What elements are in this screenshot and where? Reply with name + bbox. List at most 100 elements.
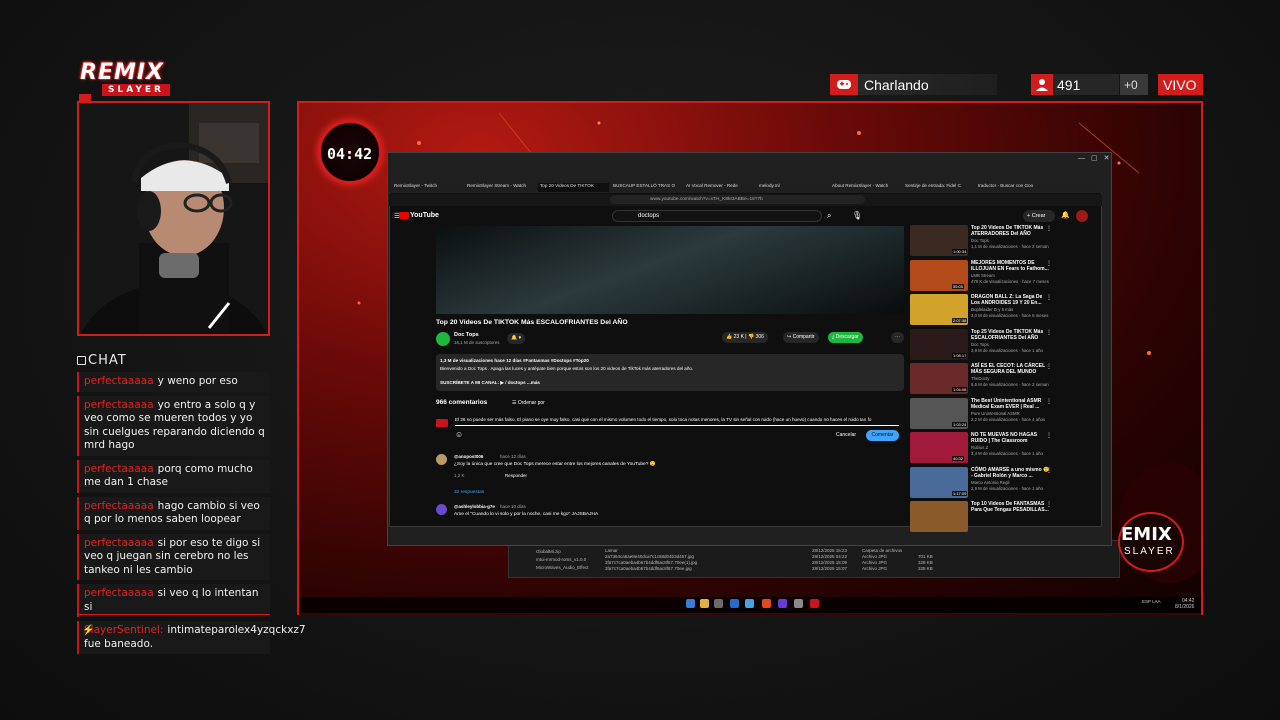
steam-icon[interactable]	[730, 599, 739, 608]
start-icon[interactable]	[686, 599, 695, 608]
mic-icon[interactable]: 🎙	[852, 211, 862, 220]
store-icon[interactable]	[745, 599, 754, 608]
commenter-avatar[interactable]	[436, 454, 447, 465]
recommendation-duration: 1:04:08	[952, 387, 968, 392]
recommendation-thumbnail[interactable]	[910, 501, 968, 532]
chat-username: perfectaaaaa	[84, 536, 154, 549]
window-controls[interactable]: —▢✕	[1078, 154, 1115, 162]
chat-message: perfectaaaaa hago cambio si veo q por lo …	[77, 496, 270, 530]
browser-tab[interactable]: Sentirje de entrada: Fidel C	[903, 183, 974, 192]
recommendation-channel[interactable]: Doc Tops	[971, 238, 989, 243]
explorer-nav-item[interactable]: GlobalMi.zip	[536, 549, 561, 554]
obs-icon[interactable]	[794, 599, 803, 608]
remix-app-icon[interactable]	[810, 599, 819, 608]
file-explorer-icon[interactable]	[700, 599, 709, 608]
browser-tab[interactable]: About RemixSlayer - Watch	[830, 183, 901, 192]
recommendation-title[interactable]: CÓMO AMARSE a uno mismo 🙂 - Gabriel Roló…	[971, 467, 1051, 479]
commenter-name[interactable]: @anopost006	[454, 454, 483, 459]
taskview-icon[interactable]	[714, 599, 723, 608]
recommendation-duration: 1:17:09	[952, 490, 968, 496]
channel-avatar[interactable]	[436, 332, 450, 346]
comment-reply-button[interactable]: Responder	[505, 473, 527, 478]
browser-tab[interactable]: traductor - Buscar con Goo	[976, 183, 1047, 192]
sort-comments-button[interactable]: ☰ Ordenar por	[512, 400, 545, 406]
subscriber-count: 16,1 M de suscriptores	[454, 340, 500, 345]
recommendation-channel[interactable]: LMB Stream	[971, 273, 995, 278]
download-label: Descargar	[835, 334, 859, 340]
viewer-count: 491	[1057, 77, 1081, 93]
subscribed-button[interactable]: 🔔 ▾	[507, 333, 526, 344]
browser-tab[interactable]: RemixSlayer Stream - Watch	[465, 183, 536, 192]
recommendation-channel[interactable]: TheDocty	[971, 376, 989, 381]
browser-icon[interactable]	[762, 599, 771, 608]
recommendation-more-icon[interactable]: ⋮	[1046, 363, 1052, 370]
like-count: 23 K	[733, 334, 744, 340]
recommendation-channel[interactable]: Rubius Z	[971, 445, 988, 450]
recommendation-more-icon[interactable]: ⋮	[1046, 260, 1052, 267]
clock-date: 8/1/2026	[1175, 604, 1195, 610]
search-icon[interactable]: ⌕	[827, 211, 831, 221]
bell-icon[interactable]: 🔔	[1061, 211, 1070, 219]
recommendation-title[interactable]: The Best Unintentional ASMR Medical Exam…	[971, 398, 1051, 410]
more-options-button[interactable]: ⋯	[891, 332, 904, 343]
file-type: Archivo JPG	[862, 554, 888, 559]
share-label: Compartir	[792, 334, 815, 340]
remix-badge-text: EMIX	[1121, 524, 1172, 545]
recommendation-more-icon[interactable]: ⋮	[1046, 329, 1052, 336]
file-size: 328 KB	[918, 566, 933, 571]
share-button[interactable]: ↪ Compartir	[783, 332, 819, 343]
youtube-logo-text[interactable]: YouTube	[410, 212, 439, 219]
file-name[interactable]: 3fa7c7ca0aeba4b67b4ddf6ac8f67.70ee.jpg	[605, 566, 692, 571]
chat-label: CHAT	[88, 353, 127, 368]
recommendation-title[interactable]: NO TE MUEVAS NO HAGAS RUIDO | The Classr…	[971, 432, 1051, 444]
explorer-nav-item[interactable]: MicroWaves_Audio_Effect	[536, 565, 589, 570]
comment-input[interactable]: El 26 no puede ser más falso. El piano s…	[455, 417, 899, 422]
recommendation-channel[interactable]: Pure Unintentional ASMR	[971, 411, 1020, 416]
chat-feed: perfectaaaaa y weno por eso perfectaaaaa yo…	[77, 372, 306, 654]
app-icon[interactable]	[778, 599, 787, 608]
chat-message: perfectaaaaa si veo q lo intentan si	[77, 584, 270, 617]
recommendation-title[interactable]: Top 10 Videos De FANTASMAS Para Que Teng…	[971, 501, 1051, 513]
recommendation-channel[interactable]: Doc Tops	[971, 342, 989, 347]
recommendation-more-icon[interactable]: ⋮	[1046, 501, 1052, 508]
language-indicator[interactable]: ESP LAA	[1142, 599, 1161, 604]
stream-category: Charlando	[864, 77, 929, 93]
emoji-icon[interactable]: ☺	[455, 430, 463, 439]
comment-submit-button[interactable]: Comentar	[866, 430, 899, 441]
recommendation-more-icon[interactable]: ⋮	[1046, 432, 1052, 439]
channel-name[interactable]: Doc Tops	[454, 332, 479, 338]
recommendation-channel[interactable]: Doplelaider D y 5 más	[971, 307, 1013, 312]
download-button[interactable]: ⤓ Descargar	[828, 332, 863, 343]
recommendation-more-icon[interactable]: ⋮	[1046, 467, 1052, 474]
comment-like-count[interactable]: 1,2 K	[454, 473, 465, 478]
commenter-name[interactable]: @ashleylobbia-g7e	[454, 504, 495, 509]
description-subscribe: SUSCRÍBETE A MI CANAL: ▶ / doctops ...má…	[440, 380, 540, 385]
cancel-button[interactable]: Cancelar	[836, 432, 856, 438]
recommendation-more-icon[interactable]: ⋮	[1046, 225, 1052, 232]
file-name[interactable]: Lamar	[605, 548, 618, 553]
recommendation-channel[interactable]: Marco Antonio Regil	[971, 480, 1009, 485]
avatar[interactable]	[1076, 210, 1088, 222]
browser-tab[interactable]: RemixSlayer - Twitch	[392, 183, 463, 192]
recommendation-duration: 40:32	[952, 456, 965, 461]
commenter-avatar[interactable]	[436, 504, 447, 515]
like-button[interactable]: 👍 23 K | 👎 306	[722, 332, 768, 343]
browser-tab[interactable]: melody.ml	[757, 183, 828, 192]
file-name[interactable]: 2a7364ca6ae8e40dca7c1c58d04b3d457.jpg	[605, 554, 694, 559]
video-player[interactable]	[436, 226, 904, 314]
explorer-nav-item[interactable]: mtui-mrmod-roms_v1.0.0	[536, 557, 586, 562]
chat-message: perfectaaaaa si por eso te digo si veo q …	[77, 533, 270, 580]
recommendation-title[interactable]: Top 25 Videos De TIKTOK Más ESCALOFRIANT…	[971, 329, 1051, 341]
recommendation-title[interactable]: MEJORES MOMENTOS DE ILLOJUAN EN Fears to…	[971, 260, 1051, 272]
browser-tab[interactable]: BUSCAUP ESTALLÓ TRAS O	[611, 183, 682, 192]
recommendation-more-icon[interactable]: ⋮	[1046, 398, 1052, 405]
browser-tab[interactable]: AI Vocal Remover - Rede	[684, 183, 755, 192]
file-name[interactable]: 3fa7c7ca0aeba4b67b4ddf6ac8f67.70ee(1).jp…	[605, 560, 697, 565]
recommendation-title[interactable]: ASÍ ES EL CECOT: LA CÁRCEL MÁS SEGURA DE…	[971, 363, 1051, 375]
youtube-logo-icon[interactable]	[399, 212, 409, 219]
recommendation-title[interactable]: Top 20 Videos De TIKTOK Más ATERRADORES …	[971, 225, 1051, 237]
browser-tab[interactable]: Top 20 Videos De TIKTOK	[538, 183, 609, 192]
recommendation-more-icon[interactable]: ⋮	[1046, 294, 1052, 301]
recommendation-title[interactable]: DRAGON BALL Z: La Saga De Los ANDROIDES …	[971, 294, 1051, 306]
replies-toggle[interactable]: 32 respuestas	[454, 490, 484, 495]
